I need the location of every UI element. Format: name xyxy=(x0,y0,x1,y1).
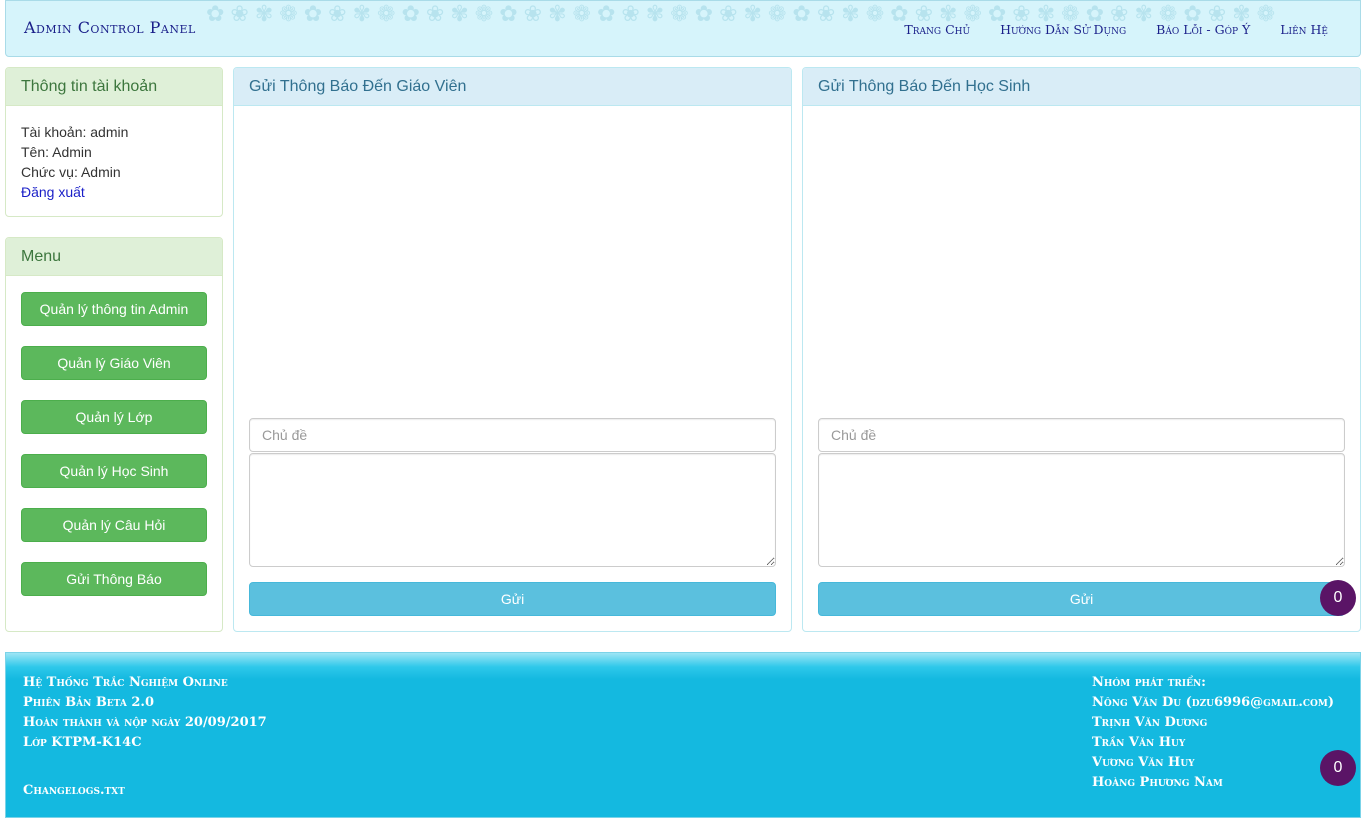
nav-home-link[interactable]: Trang Chủ xyxy=(904,22,970,37)
dev-member: Trịnh Văn Dương xyxy=(1092,715,1208,730)
brand-title[interactable]: Admin Control Panel xyxy=(24,18,196,37)
footer-version: Phiên Bản Beta 2.0 xyxy=(23,695,155,710)
account-info-panel: Thông tin tài khoản Tài khoản: admin Tên… xyxy=(5,67,223,217)
teacher-send-button[interactable]: Gửi xyxy=(249,582,776,616)
dev-member: Vương Văn Huy xyxy=(1092,755,1195,770)
logout-link[interactable]: Đăng xuất xyxy=(21,182,207,202)
changelog-link[interactable]: Changelogs.txt xyxy=(23,783,125,798)
footer-system-name: Hệ Thống Trắc Nghiệm Online xyxy=(23,675,228,690)
nav-guide-link[interactable]: Hướng Dẫn Sử Dụng xyxy=(1000,22,1126,37)
student-send-button[interactable]: Gửi xyxy=(818,582,1345,616)
account-name: Tên: Admin xyxy=(21,144,92,160)
footer-dev-team: Nhóm phát triển: Nông Văn Du (dzu6996@gm… xyxy=(1092,673,1334,793)
nav-contact-link[interactable]: Liên Hệ xyxy=(1280,22,1328,37)
menu-panel-title: Menu xyxy=(6,238,222,276)
send-notification-button[interactable]: Gửi Thông Báo xyxy=(21,562,207,596)
account-role: Chức vụ: Admin xyxy=(21,164,121,180)
dev-member: Trần Văn Huy xyxy=(1092,735,1186,750)
nav-report-link[interactable]: Báo Lỗi - Góp Ý xyxy=(1156,22,1250,37)
dev-member: Nông Văn Du (dzu6996@gmail.com) xyxy=(1092,695,1334,710)
account-details: Tài khoản: admin Tên: Admin Chức vụ: Adm… xyxy=(6,106,222,218)
teacher-message-textarea[interactable] xyxy=(249,453,776,567)
manage-students-button[interactable]: Quản lý Học Sinh xyxy=(21,454,207,488)
manage-classes-button[interactable]: Quản lý Lớp xyxy=(21,400,207,434)
student-subject-input[interactable] xyxy=(818,418,1345,452)
teacher-subject-input[interactable] xyxy=(249,418,776,452)
top-nav: Trang Chủ Hướng Dẫn Sử Dụng Báo Lỗi - Gó… xyxy=(904,22,1328,37)
dev-member: Hoàng Phương Nam xyxy=(1092,775,1223,790)
student-notice-form: Gửi xyxy=(818,418,1345,616)
footer-project-info: Hệ Thống Trắc Nghiệm Online Phiên Bản Be… xyxy=(23,673,267,753)
teacher-notice-title: Gửi Thông Báo Đến Giáo Viên xyxy=(234,68,791,106)
top-header: ✿❀✾❁✿❀✾❁✿❀✾❁✿❀✾❁✿❀✾❁✿❀✾❁✿❀✾❁✿❀✾❁✿❀✾❁✿❀✾❁… xyxy=(5,0,1361,57)
menu-panel: Menu Quản lý thông tin Admin Quản lý Giá… xyxy=(5,237,223,632)
student-notice-title: Gửi Thông Báo Đến Học Sinh xyxy=(803,68,1360,106)
account-panel-title: Thông tin tài khoản xyxy=(6,68,222,106)
teacher-notice-panel: Gửi Thông Báo Đến Giáo Viên Gửi xyxy=(233,67,792,632)
footer-class: Lớp KTPM-K14C xyxy=(23,735,142,750)
dev-team-heading: Nhóm phát triển: xyxy=(1092,675,1206,690)
footer-completion-date: Hoàn thành và nộp ngày 20/09/2017 xyxy=(23,715,267,730)
manage-admin-button[interactable]: Quản lý thông tin Admin xyxy=(21,292,207,326)
teacher-notice-form: Gửi xyxy=(249,418,776,616)
footer: Hệ Thống Trắc Nghiệm Online Phiên Bản Be… xyxy=(5,652,1361,818)
manage-questions-button[interactable]: Quản lý Câu Hỏi xyxy=(21,508,207,542)
floating-count-badge[interactable]: 0 xyxy=(1320,750,1356,786)
menu-body: Quản lý thông tin Admin Quản lý Giáo Viê… xyxy=(6,276,222,632)
floating-count-badge[interactable]: 0 xyxy=(1320,580,1356,616)
student-message-textarea[interactable] xyxy=(818,453,1345,567)
student-notice-panel: Gửi Thông Báo Đến Học Sinh Gửi xyxy=(802,67,1361,632)
manage-teachers-button[interactable]: Quản lý Giáo Viên xyxy=(21,346,207,380)
account-username: Tài khoản: admin xyxy=(21,124,129,140)
